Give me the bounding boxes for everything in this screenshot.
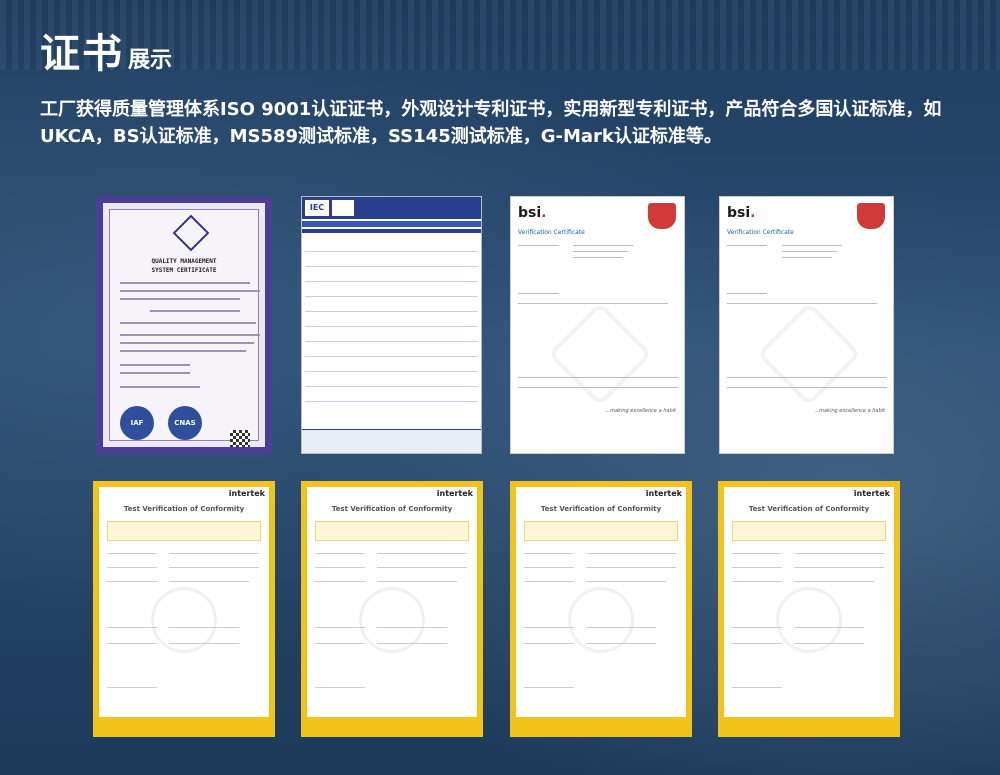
intertek-title: Test Verification of Conformity — [748, 505, 870, 513]
title-sub: 展示 — [128, 48, 173, 73]
bsi-logo-icon: bsi. — [518, 205, 547, 221]
bsi-slogan: ...making excellence a habit — [814, 408, 885, 414]
qr-code-icon — [230, 430, 250, 447]
page-title: 证书 展示 — [40, 32, 172, 76]
royal-charter-crest-icon — [857, 203, 885, 229]
bsi-title: Verification Certificate — [518, 229, 585, 236]
bsi-logo-icon: bsi. — [727, 205, 756, 221]
intertek-certificate-3: intertek Test Verification of Conformity — [510, 481, 692, 737]
description-text: 工厂获得质量管理体系ISO 9001认证证书，外观设计专利证书，实用新型专利证书… — [40, 99, 942, 147]
qc-title-line2: SYSTEM CERTIFICATE — [151, 267, 217, 274]
intertek-certificate-2: intertek Test Verification of Conformity — [301, 481, 483, 737]
intertek-title: Test Verification of Conformity — [123, 505, 245, 513]
intertek-logo-icon: intertek — [645, 489, 682, 498]
iec-logo-icon: IEC — [305, 200, 329, 216]
intertek-title: Test Verification of Conformity — [331, 505, 453, 513]
iec-footer — [302, 429, 481, 453]
bsi-verification-certificate-2: bsi. Verification Certificate ...making … — [719, 196, 894, 454]
title-main: 证书 — [40, 31, 124, 77]
intertek-certificate-4: intertek Test Verification of Conformity — [718, 481, 900, 737]
iec-cb-certificate: IEC — [301, 196, 482, 454]
bsi-title: Verification Certificate — [727, 229, 794, 236]
iaf-badge-icon: IAF — [120, 406, 154, 440]
bsi-slogan: ...making excellence a habit — [605, 408, 676, 414]
intertek-certificate-1: intertek Test Verification of Conformity — [93, 481, 275, 737]
royal-charter-crest-icon — [648, 203, 676, 229]
intertek-logo-icon: intertek — [228, 489, 265, 498]
iecee-logo-icon — [332, 200, 354, 216]
intertek-logo-icon: intertek — [436, 489, 473, 498]
intertek-logo-icon: intertek — [853, 489, 890, 498]
qc-title-line1: QUALITY MANAGEMENT — [151, 258, 217, 265]
bsi-verification-certificate-1: bsi. Verification Certificate ...making … — [510, 196, 685, 454]
certifier-logo-icon — [172, 214, 210, 252]
quality-management-certificate: QUALITY MANAGEMENT SYSTEM CERTIFICATE IA… — [96, 196, 272, 454]
intertek-title: Test Verification of Conformity — [540, 505, 662, 513]
cnas-badge-icon: CNAS — [168, 406, 202, 440]
